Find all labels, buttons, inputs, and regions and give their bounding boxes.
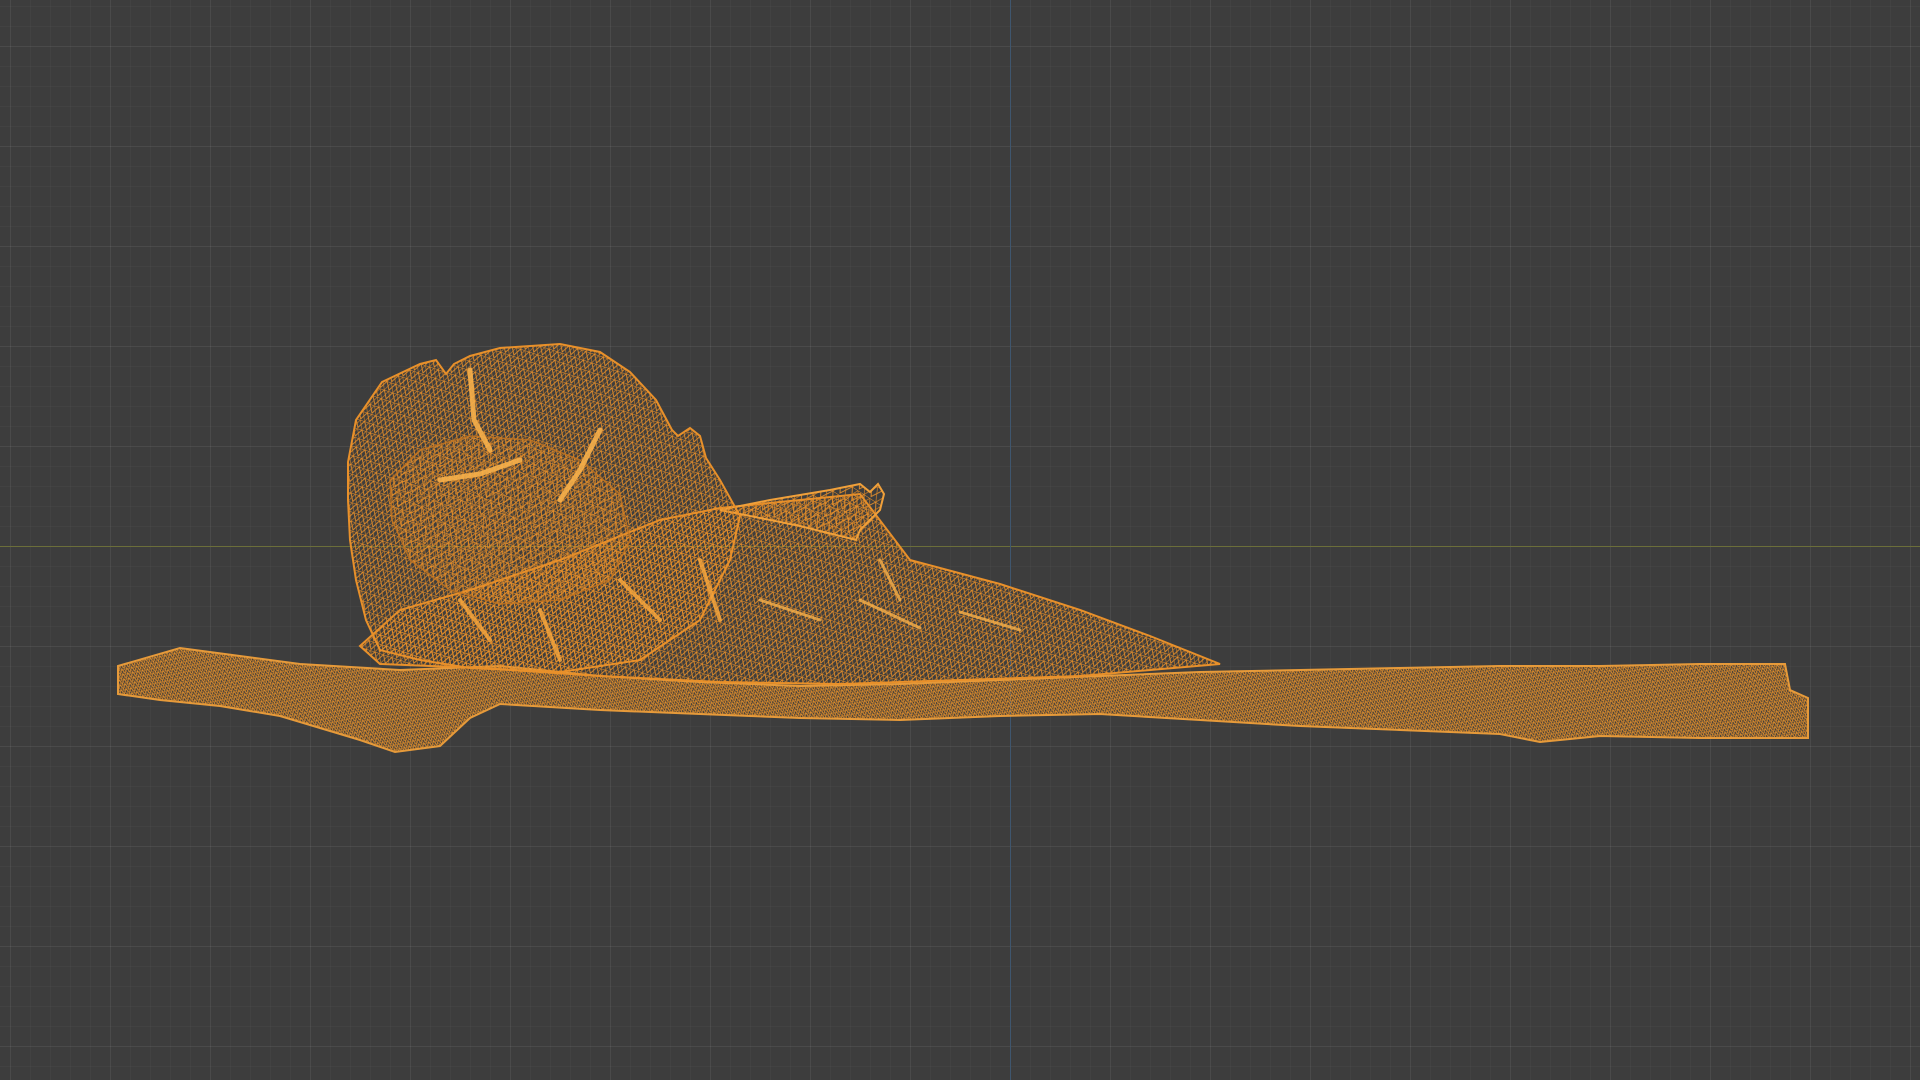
3d-viewport[interactable] [0,0,1920,1080]
mesh-head [347,342,742,674]
wireframe-mesh-object[interactable] [0,0,1920,1080]
